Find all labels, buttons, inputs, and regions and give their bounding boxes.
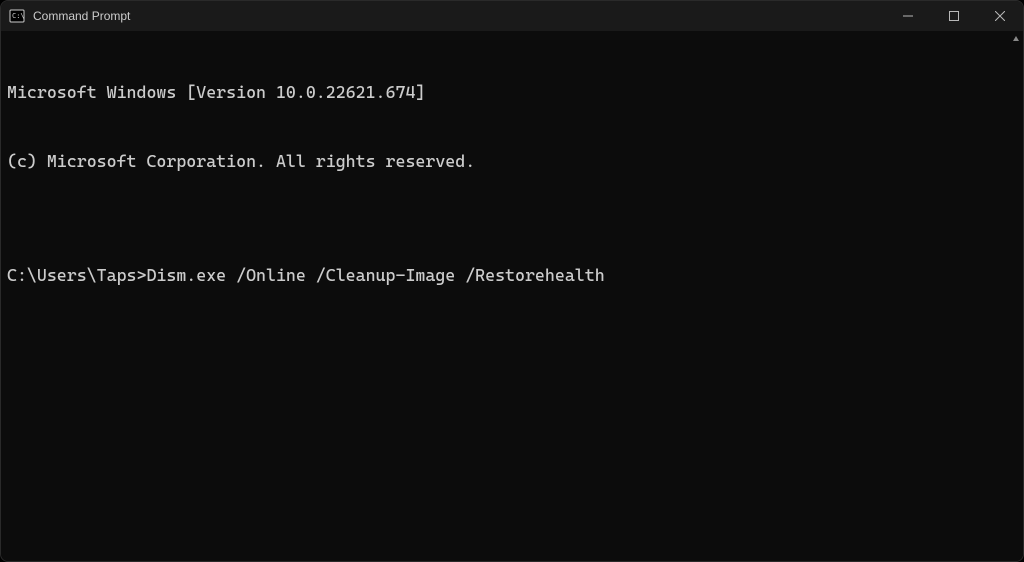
prompt-line: C:\Users\Taps>Dism.exe /Online /Cleanup-… [7,264,1017,287]
version-line: Microsoft Windows [Version 10.0.22621.67… [7,81,1017,104]
titlebar[interactable]: C:\ Command Prompt [1,1,1023,31]
terminal-area[interactable]: Microsoft Windows [Version 10.0.22621.67… [1,31,1023,561]
cmd-icon: C:\ [9,8,25,24]
prompt-text: C:\Users\Taps> [7,265,146,285]
command-input[interactable]: Dism.exe /Online /Cleanup-Image /Restore… [146,265,604,285]
command-prompt-window: C:\ Command Prompt Microsoft Windows [Ve… [0,0,1024,562]
maximize-button[interactable] [931,1,977,31]
scroll-up-icon[interactable] [1010,32,1022,46]
svg-text:C:\: C:\ [12,12,25,20]
minimize-button[interactable] [885,1,931,31]
window-title: Command Prompt [33,9,130,23]
copyright-line: (c) Microsoft Corporation. All rights re… [7,150,1017,173]
scrollbar[interactable] [1010,32,1022,554]
window-controls [885,1,1023,31]
close-button[interactable] [977,1,1023,31]
